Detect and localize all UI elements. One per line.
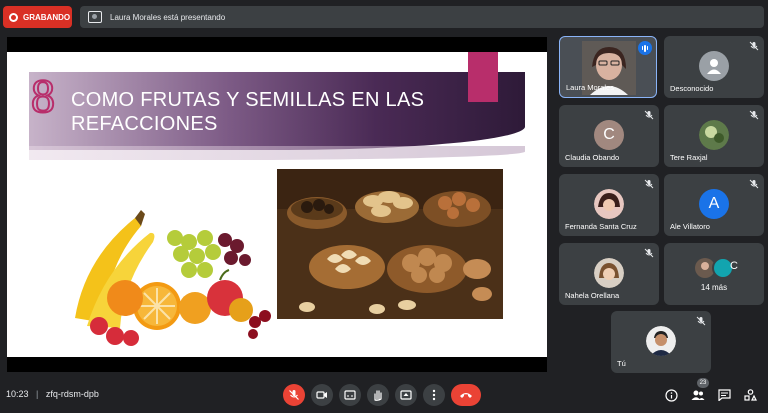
participant-name: Tere Raxjal bbox=[670, 153, 708, 162]
person-icon bbox=[707, 59, 721, 74]
avatar-initial: C bbox=[730, 260, 738, 272]
mic-off-icon bbox=[696, 316, 706, 326]
presentation-stage: 8 COMO FRUTAS Y SEMILLAS EN LAS REFACCIO… bbox=[7, 37, 547, 372]
slide: 8 COMO FRUTAS Y SEMILLAS EN LAS REFACCIO… bbox=[7, 52, 547, 357]
slide-accent-bar bbox=[468, 52, 498, 102]
top-bar: GRABANDO Laura Morales está presentando bbox=[0, 0, 768, 34]
bottom-bar: 10:23 | zfq-rdsm-dpb 23 bbox=[0, 378, 768, 413]
info-icon bbox=[664, 388, 678, 402]
participant-grid: Laura Morales Desconocido C Claudia Oban… bbox=[556, 36, 768, 376]
recording-label: GRABANDO bbox=[23, 12, 71, 22]
hang-up-icon bbox=[460, 393, 472, 398]
participant-name: Fernanda Santa Cruz bbox=[565, 222, 637, 231]
participant-tile[interactable]: C Claudia Obando bbox=[559, 105, 659, 167]
present-screen-icon bbox=[400, 390, 412, 400]
captions-button[interactable] bbox=[339, 384, 361, 406]
avatar bbox=[646, 326, 676, 356]
people-button[interactable] bbox=[689, 386, 707, 404]
people-icon bbox=[691, 390, 705, 400]
presenting-text: Laura Morales está presentando bbox=[110, 12, 226, 22]
participant-tile[interactable]: Fernanda Santa Cruz bbox=[559, 174, 659, 236]
more-options-icon bbox=[432, 389, 436, 401]
meeting-details-button[interactable] bbox=[662, 386, 680, 404]
participants-count-badge: 23 bbox=[697, 378, 709, 388]
raise-hand-button[interactable] bbox=[367, 384, 389, 406]
more-options-button[interactable] bbox=[423, 384, 445, 406]
mic-off-icon bbox=[644, 179, 654, 189]
mic-off-icon bbox=[749, 179, 759, 189]
avatar bbox=[699, 51, 729, 81]
participant-name: Laura Morales bbox=[566, 83, 614, 92]
raise-hand-icon bbox=[374, 390, 382, 401]
present-screen-button[interactable] bbox=[395, 384, 417, 406]
more-count-label: 14 más bbox=[700, 283, 728, 292]
camera-toggle-button[interactable] bbox=[311, 384, 333, 406]
mic-off-icon bbox=[644, 248, 654, 258]
avatar bbox=[699, 120, 729, 150]
mic-off-icon bbox=[289, 390, 299, 400]
meeting-code: zfq-rdsm-dpb bbox=[45, 389, 99, 399]
clock: 10:23 bbox=[6, 389, 29, 399]
separator: | bbox=[36, 389, 39, 399]
mic-off-icon bbox=[644, 110, 654, 120]
recording-dot-icon bbox=[9, 12, 18, 22]
recording-indicator: GRABANDO bbox=[3, 6, 72, 28]
avatar: A bbox=[699, 189, 729, 219]
participant-name: Ale Villatoro bbox=[670, 222, 710, 231]
participant-name: Tú bbox=[617, 359, 626, 368]
nuts-image bbox=[277, 169, 503, 319]
presenter-avatar-icon bbox=[88, 11, 102, 23]
meeting-info: 10:23 | zfq-rdsm-dpb bbox=[6, 389, 99, 399]
slide-title: COMO FRUTAS Y SEMILLAS EN LAS REFACCIONE… bbox=[71, 89, 425, 135]
avatar: C bbox=[594, 120, 624, 150]
fruits-image bbox=[75, 210, 271, 346]
participant-tile[interactable]: A Ale Villatoro bbox=[664, 174, 764, 236]
mic-off-icon bbox=[749, 41, 759, 51]
slide-number: 8 bbox=[30, 70, 56, 123]
chat-icon bbox=[717, 389, 731, 401]
activities-icon bbox=[743, 389, 757, 401]
captions-icon bbox=[344, 390, 356, 400]
mic-toggle-button[interactable] bbox=[283, 384, 305, 406]
participant-name: Nahela Orellana bbox=[565, 291, 620, 300]
camera-icon bbox=[316, 391, 327, 399]
avatar bbox=[594, 189, 624, 219]
hang-up-button[interactable] bbox=[451, 384, 481, 406]
speaking-indicator-icon bbox=[638, 41, 652, 55]
avatar bbox=[594, 258, 624, 288]
participant-tile[interactable]: Laura Morales bbox=[559, 36, 657, 98]
self-tile[interactable]: Tú bbox=[611, 311, 711, 373]
more-participants-tile[interactable]: C 14 más bbox=[664, 243, 764, 305]
participant-tile[interactable]: Desconocido bbox=[664, 36, 764, 98]
chat-button[interactable] bbox=[715, 386, 733, 404]
participant-tile[interactable]: Nahela Orellana bbox=[559, 243, 659, 305]
mic-off-icon bbox=[749, 110, 759, 120]
participant-name: Claudia Obando bbox=[565, 153, 620, 162]
activities-button[interactable] bbox=[741, 386, 759, 404]
participant-name: Desconocido bbox=[670, 84, 714, 93]
participant-tile[interactable]: Tere Raxjal bbox=[664, 105, 764, 167]
presenting-banner[interactable]: Laura Morales está presentando bbox=[80, 6, 764, 28]
